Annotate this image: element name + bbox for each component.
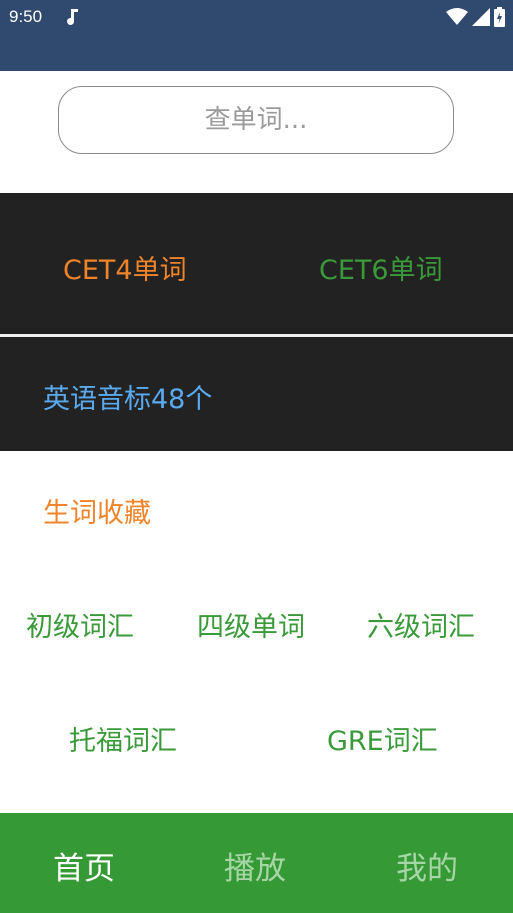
search-area xyxy=(0,71,513,192)
toefl-vocab-button[interactable]: 托福词汇 xyxy=(69,719,177,758)
favorites-button[interactable]: 生词收藏 xyxy=(43,491,151,530)
status-icons xyxy=(446,7,505,27)
wifi-icon xyxy=(446,8,468,25)
music-note-icon xyxy=(67,9,78,25)
search-box[interactable] xyxy=(58,86,454,154)
level4-words-button[interactable]: 四级单词 xyxy=(197,605,305,644)
nav-mine-tab[interactable]: 我的 xyxy=(396,843,458,888)
status-bar: 9:50 xyxy=(0,0,513,71)
signal-icon xyxy=(472,8,490,26)
phonetics-panel: 英语音标48个 xyxy=(0,337,513,451)
phonetics-button[interactable]: 英语音标48个 xyxy=(43,377,212,416)
status-time: 9:50 xyxy=(9,7,43,26)
cet-panel: CET4单词 CET6单词 xyxy=(0,193,513,334)
search-input[interactable] xyxy=(76,104,436,136)
nav-play-tab[interactable]: 播放 xyxy=(224,843,286,888)
cet6-button[interactable]: CET6单词 xyxy=(319,248,443,287)
battery-icon xyxy=(494,7,505,27)
bottom-nav: 首页 播放 我的 xyxy=(0,813,513,913)
nav-home-tab[interactable]: 首页 xyxy=(53,843,115,888)
gre-vocab-button[interactable]: GRE词汇 xyxy=(327,719,438,758)
cet4-button[interactable]: CET4单词 xyxy=(63,248,187,287)
level6-vocab-button[interactable]: 六级词汇 xyxy=(367,605,475,644)
primary-vocab-button[interactable]: 初级词汇 xyxy=(26,605,134,644)
